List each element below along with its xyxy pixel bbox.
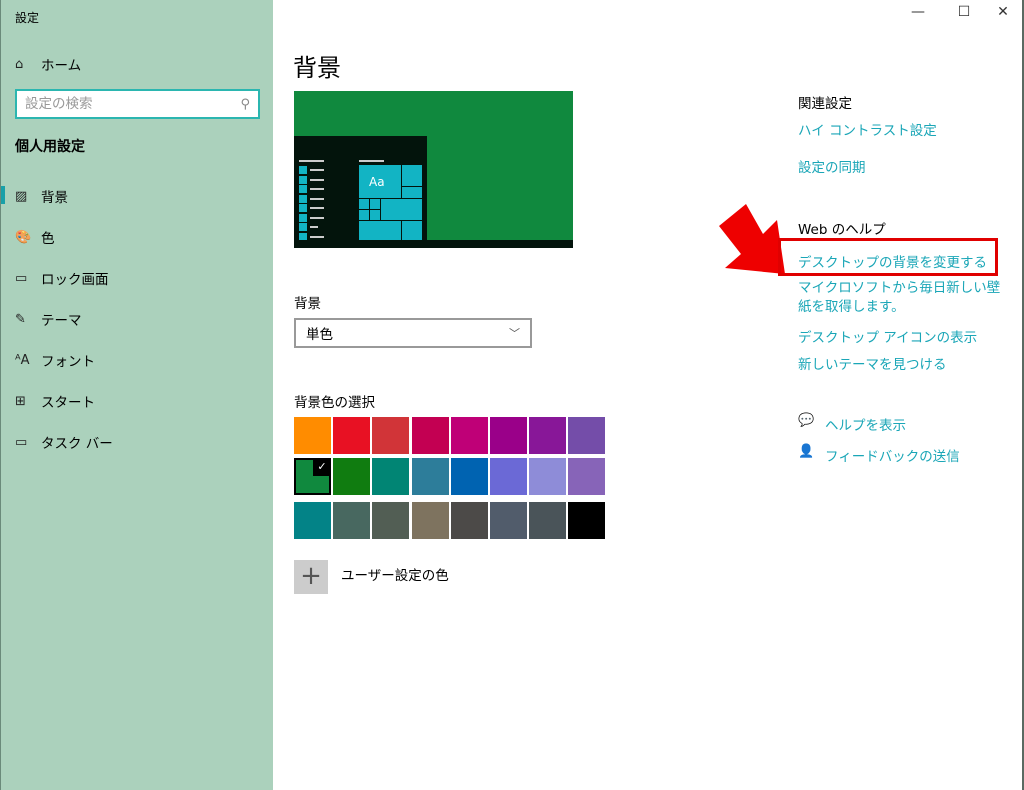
minimize-button[interactable]: — — [903, 4, 933, 26]
search-box[interactable]: ⚲ — [15, 89, 260, 119]
main-panel: — ☐ ✕ 背景 Aa 背景 単色 ﹀ 背景色の選択 ✓ + ユーザー設定の色 … — [273, 0, 1024, 790]
change-desktop-background-link[interactable]: デスクトップの背景を変更する — [798, 251, 987, 271]
color-swatch[interactable] — [294, 417, 331, 454]
color-swatch[interactable] — [411, 417, 449, 454]
color-swatch[interactable] — [490, 458, 527, 495]
sidebar-item-2[interactable]: ▭ ロック画面 — [15, 268, 109, 289]
related-settings-title: 関連設定 — [798, 96, 852, 112]
color-swatch[interactable] — [372, 502, 410, 539]
background-label: 背景 — [294, 296, 321, 312]
color-swatch[interactable] — [529, 458, 567, 495]
sidebar: 設定 ⌂ ホーム ⚲ 個人用設定 ▨背景🎨色▭ロック画面✎テーマᴬAフォント⊞ス… — [0, 0, 273, 790]
daily-wallpaper-link[interactable]: マイクロソフトから毎日新しい壁紙を取得します。 — [798, 279, 1013, 317]
help-chat-icon: 💬 — [798, 413, 815, 428]
color-swatch[interactable] — [450, 458, 488, 495]
background-preview: Aa — [294, 91, 573, 248]
add-custom-color-button[interactable]: + — [294, 560, 328, 594]
color-swatch[interactable] — [411, 502, 449, 539]
color-swatch[interactable] — [529, 502, 567, 539]
dropdown-value: 単色 — [306, 327, 333, 343]
high-contrast-link[interactable]: ハイ コントラスト設定 — [798, 119, 937, 139]
desktop-icons-link[interactable]: デスクトップ アイコンの表示 — [798, 326, 977, 346]
color-swatch[interactable] — [568, 502, 606, 539]
maximize-button[interactable]: ☐ — [949, 4, 979, 26]
chevron-down-icon: ﹀ — [509, 327, 520, 340]
sidebar-item-1[interactable]: 🎨 色 — [15, 227, 55, 248]
selected-indicator — [1, 186, 5, 204]
sidebar-item-label: ロック画面 — [41, 272, 109, 288]
find-themes-link[interactable]: 新しいテーマを見つける — [798, 353, 947, 373]
section-title: 個人用設定 — [15, 139, 85, 155]
plus-icon: + — [300, 561, 322, 591]
sidebar-item-0[interactable]: ▨ 背景 — [15, 186, 68, 207]
checkmark-icon: ✓ — [313, 458, 331, 476]
color-swatch[interactable] — [333, 502, 371, 539]
sidebar-item-label: スタート — [41, 395, 95, 411]
get-help-link[interactable]: ヘルプを表示 — [825, 414, 906, 434]
color-swatch[interactable] — [529, 417, 567, 454]
color-swatch[interactable] — [372, 458, 410, 495]
sidebar-item-home[interactable]: ⌂ ホーム — [15, 54, 82, 75]
color-swatch[interactable] — [450, 417, 488, 454]
sidebar-item-6[interactable]: ▭ タスク バー — [15, 432, 113, 453]
sidebar-item-label: テーマ — [41, 313, 82, 329]
color-swatch[interactable] — [490, 417, 527, 454]
color-grid: ✓ — [294, 417, 614, 547]
sidebar-item-5[interactable]: ⊞ スタート — [15, 391, 95, 412]
color-swatch[interactable] — [568, 417, 606, 454]
color-picker-label: 背景色の選択 — [294, 395, 375, 411]
feedback-link[interactable]: フィードバックの送信 — [825, 445, 960, 465]
color-swatch[interactable] — [490, 502, 527, 539]
close-button[interactable]: ✕ — [988, 4, 1018, 26]
preview-sample-text: Aa — [369, 175, 385, 189]
color-swatch[interactable] — [411, 458, 449, 495]
sidebar-item-label: 色 — [41, 231, 55, 247]
background-type-dropdown[interactable]: 単色 ﹀ — [294, 318, 532, 348]
home-icon: ⌂ — [15, 56, 24, 72]
lock-screen-icon: ▭ — [15, 270, 28, 286]
color-swatch[interactable] — [294, 502, 331, 539]
font-icon: ᴬA — [15, 352, 30, 368]
color-swatch[interactable] — [333, 417, 371, 454]
taskbar-icon: ▭ — [15, 434, 28, 450]
search-icon[interactable]: ⚲ — [240, 97, 250, 112]
page-title: 背景 — [293, 54, 341, 82]
sidebar-item-3[interactable]: ✎ テーマ — [15, 309, 82, 330]
color-swatch[interactable] — [450, 502, 488, 539]
sidebar-item-label: 背景 — [41, 190, 68, 206]
sync-settings-link[interactable]: 設定の同期 — [798, 156, 866, 176]
color-swatch[interactable] — [372, 417, 410, 454]
custom-color-label[interactable]: ユーザー設定の色 — [341, 564, 449, 584]
sidebar-item-4[interactable]: ᴬA フォント — [15, 350, 95, 371]
start-menu-preview: Aa — [294, 136, 427, 241]
color-swatch[interactable]: ✓ — [294, 458, 331, 495]
theme-icon: ✎ — [15, 311, 26, 327]
picture-icon: ▨ — [15, 188, 28, 204]
start-icon: ⊞ — [15, 393, 26, 409]
sidebar-item-label: タスク バー — [41, 436, 113, 452]
color-swatch[interactable] — [333, 458, 371, 495]
search-input[interactable] — [25, 96, 241, 112]
home-label: ホーム — [41, 58, 82, 74]
color-swatch[interactable] — [568, 458, 606, 495]
web-help-title: Web のヘルプ — [798, 222, 886, 238]
taskbar-preview — [294, 240, 573, 248]
app-title: 設定 — [15, 11, 40, 25]
palette-icon: 🎨 — [15, 229, 32, 245]
feedback-icon: 👤 — [798, 444, 815, 459]
sidebar-item-label: フォント — [41, 354, 95, 370]
